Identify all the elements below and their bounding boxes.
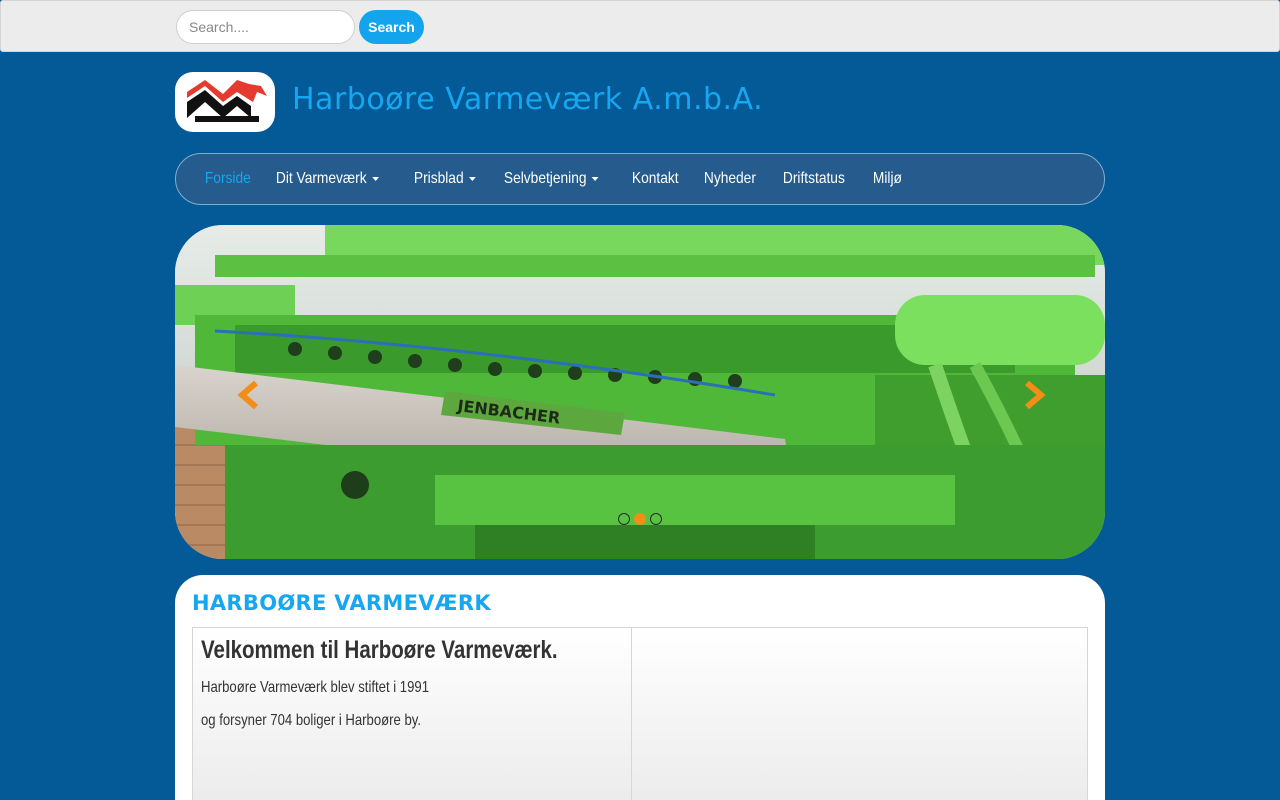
carousel-slide-image: JENBACHER [175, 225, 1105, 559]
company-logo[interactable] [175, 72, 275, 132]
site-title[interactable]: Harboøre Varmeværk A.m.b.A. [292, 78, 763, 122]
main-navbar: Forside Dit Varmeværk Prisblad Selvbetjenin… [175, 153, 1105, 205]
nav-item-label: Kontakt [631, 170, 679, 187]
nav-item-label: Selvbetjening [503, 170, 587, 187]
nav-item-driftstatus[interactable]: Driftstatus [770, 154, 858, 204]
nav-item-kontakt[interactable]: Kontakt [619, 154, 691, 204]
caret-down-icon [372, 176, 380, 181]
carousel-indicator-2[interactable] [634, 513, 646, 525]
search-bar: Search [0, 0, 1280, 52]
content-panel: HARBOØRE VARMEVÆRK Velkommen til Harboør… [175, 575, 1105, 800]
section-heading: HARBOØRE VARMEVÆRK [192, 591, 491, 615]
chevron-right-icon [1025, 380, 1046, 410]
nav-item-label: Dit Varmeværk [276, 170, 367, 187]
carousel-indicators [618, 513, 662, 525]
caret-down-icon [591, 176, 599, 181]
nav-item-prisblad[interactable]: Prisblad [401, 154, 489, 204]
nav-item-label: Miljø [872, 170, 902, 187]
chevron-left-icon [237, 380, 258, 410]
nav-item-dit-varmeværk[interactable]: Dit Varmeværk [263, 154, 392, 204]
side-box [631, 627, 1088, 800]
caret-down-icon [468, 176, 476, 181]
welcome-line-2: og forsyner 704 boliger i Harboøre by. [201, 712, 421, 729]
carousel-indicator-3[interactable] [650, 513, 662, 525]
nav-item-miljø[interactable]: Miljø [860, 154, 915, 204]
nav-item-label: Forside [204, 170, 251, 187]
welcome-line-1: Harboøre Varmeværk blev stiftet i 1991 [201, 679, 429, 696]
search-button[interactable]: Search [359, 10, 424, 44]
welcome-title: Velkommen til Harboøre Varmeværk. [201, 636, 558, 664]
search-input[interactable] [176, 10, 355, 44]
image-carousel: JENBACHER [175, 225, 1105, 559]
carousel-indicator-1[interactable] [618, 513, 630, 525]
carousel-next-button[interactable] [1013, 375, 1053, 415]
nav-item-forside[interactable]: Forside [192, 154, 264, 204]
carousel-prev-button[interactable] [230, 375, 270, 415]
nav-list: Forside Dit Varmeværk Prisblad Selvbetjenin… [192, 154, 911, 204]
nav-item-nyheder[interactable]: Nyheder [691, 154, 769, 204]
logo-icon [187, 80, 267, 122]
nav-item-label: Driftstatus [782, 170, 845, 187]
nav-item-label: Nyheder [703, 170, 756, 187]
nav-item-selvbetjening[interactable]: Selvbetjening [491, 154, 611, 204]
welcome-box: Velkommen til Harboøre Varmeværk. Harboø… [192, 627, 632, 800]
nav-item-label: Prisblad [413, 170, 464, 187]
